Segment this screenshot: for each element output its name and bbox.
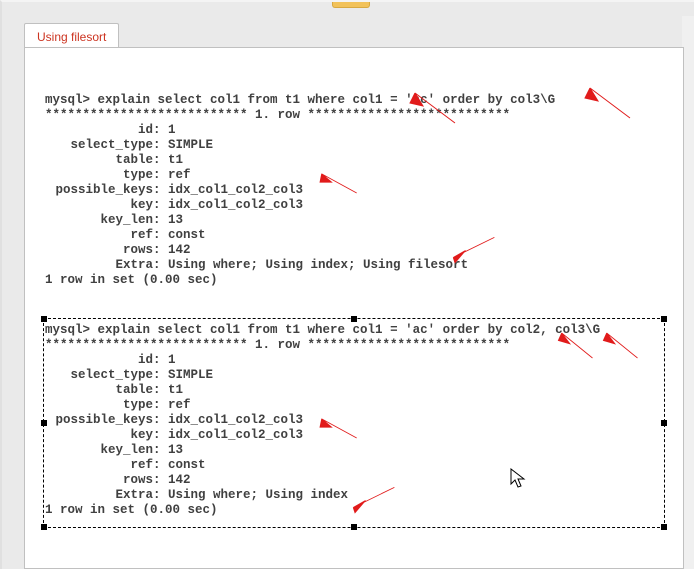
prompt: mysql>: [45, 323, 98, 337]
field-value: Using where; Using index; Using filesort: [168, 258, 468, 272]
field-label: rows: [45, 473, 153, 488]
field-label: type: [45, 398, 153, 413]
field-label: rows: [45, 243, 153, 258]
field-label: possible_keys: [45, 413, 153, 428]
field-label: Extra: [45, 258, 153, 273]
field-value: ref: [168, 168, 191, 182]
query-text: explain select col1 from t1 where col1 =…: [98, 93, 556, 107]
field-label: table: [45, 383, 153, 398]
field-value: SIMPLE: [168, 368, 213, 382]
field-label: table: [45, 153, 153, 168]
field-value: idx_col1_col2_col3: [168, 183, 303, 197]
field-value: const: [168, 458, 206, 472]
field-value: t1: [168, 153, 183, 167]
field-label: ref: [45, 458, 153, 473]
row-separator: *************************** 1. row *****…: [45, 338, 673, 353]
field-value: SIMPLE: [168, 138, 213, 152]
row-separator: *************************** 1. row *****…: [45, 108, 673, 123]
field-value: 13: [168, 213, 183, 227]
field-value: const: [168, 228, 206, 242]
field-value: Using where; Using index: [168, 488, 348, 502]
field-label: key_len: [45, 213, 153, 228]
field-value: idx_col1_col2_col3: [168, 413, 303, 427]
window-frame: Using filesort mysql> explain select col…: [0, 0, 694, 569]
field-value: 13: [168, 443, 183, 457]
field-label: key: [45, 198, 153, 213]
field-label: possible_keys: [45, 183, 153, 198]
result-footer: 1 row in set (0.00 sec): [45, 273, 673, 288]
field-label: id: [45, 353, 153, 368]
field-label: type: [45, 168, 153, 183]
field-label: key: [45, 428, 153, 443]
field-label: key_len: [45, 443, 153, 458]
query-text: explain select col1 from t1 where col1 =…: [98, 323, 601, 337]
tab-using-filesort[interactable]: Using filesort: [24, 23, 119, 48]
field-label: ref: [45, 228, 153, 243]
field-label: id: [45, 123, 153, 138]
content-panel: mysql> explain select col1 from t1 where…: [24, 47, 684, 569]
result-footer: 1 row in set (0.00 sec): [45, 503, 673, 518]
field-label: Extra: [45, 488, 153, 503]
top-drag-marker: [332, 2, 370, 8]
field-value: 1: [168, 353, 176, 367]
terminal-output: mysql> explain select col1 from t1 where…: [25, 48, 683, 568]
prompt: mysql>: [45, 93, 98, 107]
field-value: 142: [168, 243, 191, 257]
field-value: 142: [168, 473, 191, 487]
field-value: idx_col1_col2_col3: [168, 198, 303, 212]
field-value: idx_col1_col2_col3: [168, 428, 303, 442]
query-block-2: mysql> explain select col1 from t1 where…: [45, 323, 673, 518]
field-value: ref: [168, 398, 191, 412]
field-label: select_type: [45, 368, 153, 383]
field-label: select_type: [45, 138, 153, 153]
query-block-1: mysql> explain select col1 from t1 where…: [45, 93, 673, 288]
field-value: 1: [168, 123, 176, 137]
tab-bar: Using filesort: [24, 20, 119, 48]
field-value: t1: [168, 383, 183, 397]
